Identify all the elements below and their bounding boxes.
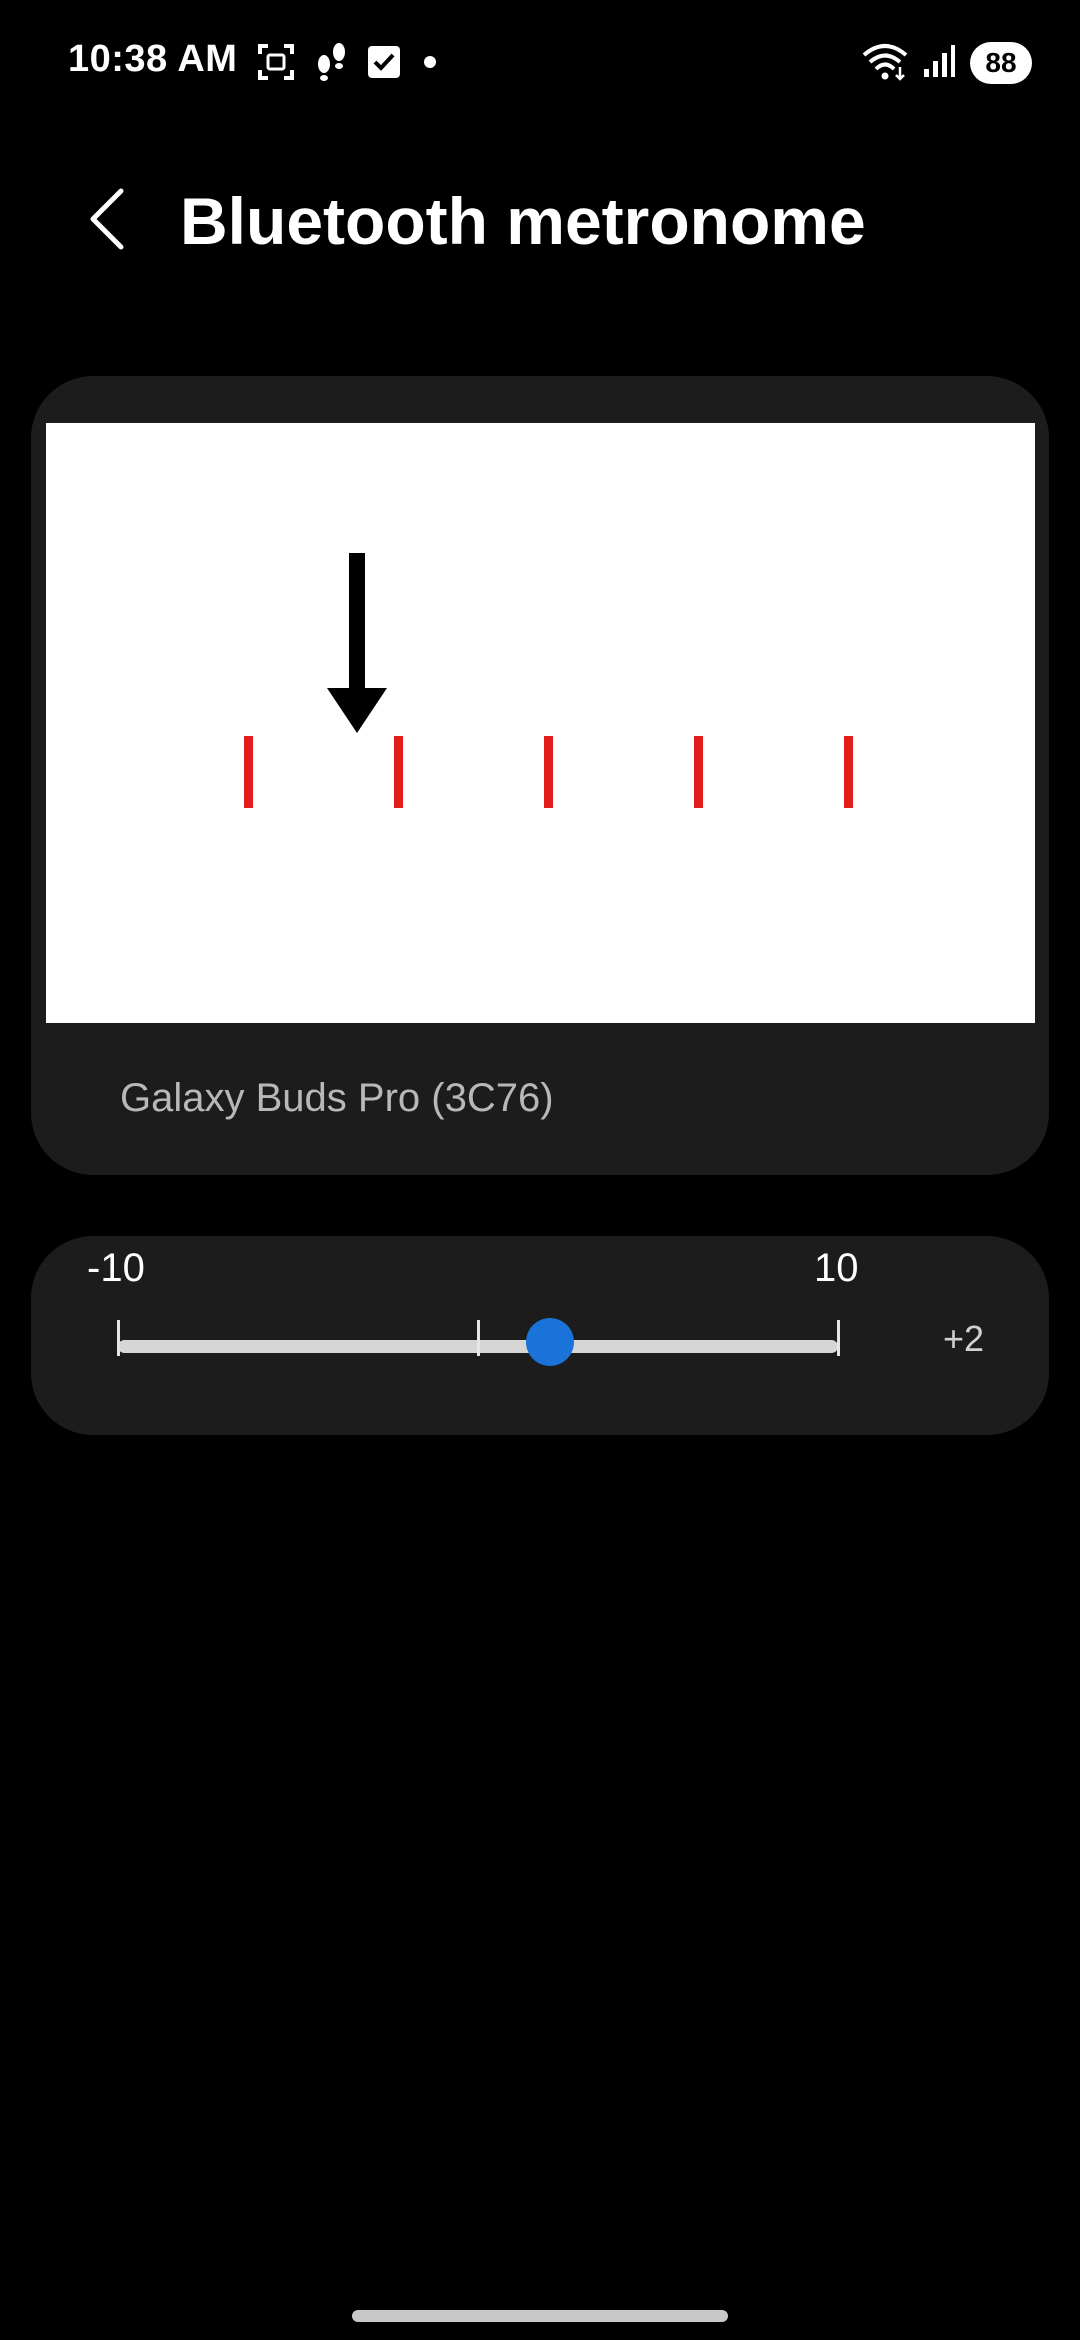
status-bar: 10:38 AM 88 xyxy=(0,0,1080,130)
metronome-preview-card: Galaxy Buds Pro (3C76) xyxy=(31,376,1049,1175)
beat-mark xyxy=(244,736,253,808)
status-time: 10:38 AM xyxy=(68,38,238,80)
slider-value-label: +2 xyxy=(943,1318,985,1359)
beat-mark xyxy=(844,736,853,808)
arrow-down-icon xyxy=(327,553,387,733)
slider-tick-max xyxy=(837,1320,840,1356)
beat-visualization xyxy=(244,553,853,808)
status-icons-left xyxy=(256,42,440,86)
home-indicator[interactable] xyxy=(352,2310,728,2322)
page-title: Bluetooth metronome xyxy=(180,184,866,258)
beat-mark xyxy=(694,736,703,808)
slider-max-label: 10 xyxy=(814,1246,859,1290)
dot-icon xyxy=(420,52,440,77)
wifi-icon xyxy=(862,41,908,86)
slider-min-label: -10 xyxy=(87,1246,145,1290)
screenshot-icon xyxy=(256,42,296,87)
beat-mark xyxy=(394,736,403,808)
battery-icon: 88 xyxy=(970,42,1032,84)
metronome-preview xyxy=(46,423,1035,1023)
slider-tick-center xyxy=(477,1320,480,1356)
beat-marks xyxy=(244,736,853,808)
status-icons-right: 88 xyxy=(862,40,1032,86)
app-header: Bluetooth metronome xyxy=(0,170,1080,270)
slider-thumb[interactable] xyxy=(526,1318,574,1366)
signal-icon xyxy=(922,43,956,84)
steps-icon xyxy=(314,42,348,87)
battery-level: 88 xyxy=(985,47,1017,78)
slider-tick-min xyxy=(117,1320,120,1356)
beat-mark xyxy=(544,736,553,808)
device-name: Galaxy Buds Pro (3C76) xyxy=(120,1076,554,1120)
back-button[interactable] xyxy=(72,182,142,260)
chevron-left-icon xyxy=(87,187,127,256)
offset-slider-card: -10 10 +2 xyxy=(31,1236,1049,1435)
checkbox-icon xyxy=(366,44,402,85)
